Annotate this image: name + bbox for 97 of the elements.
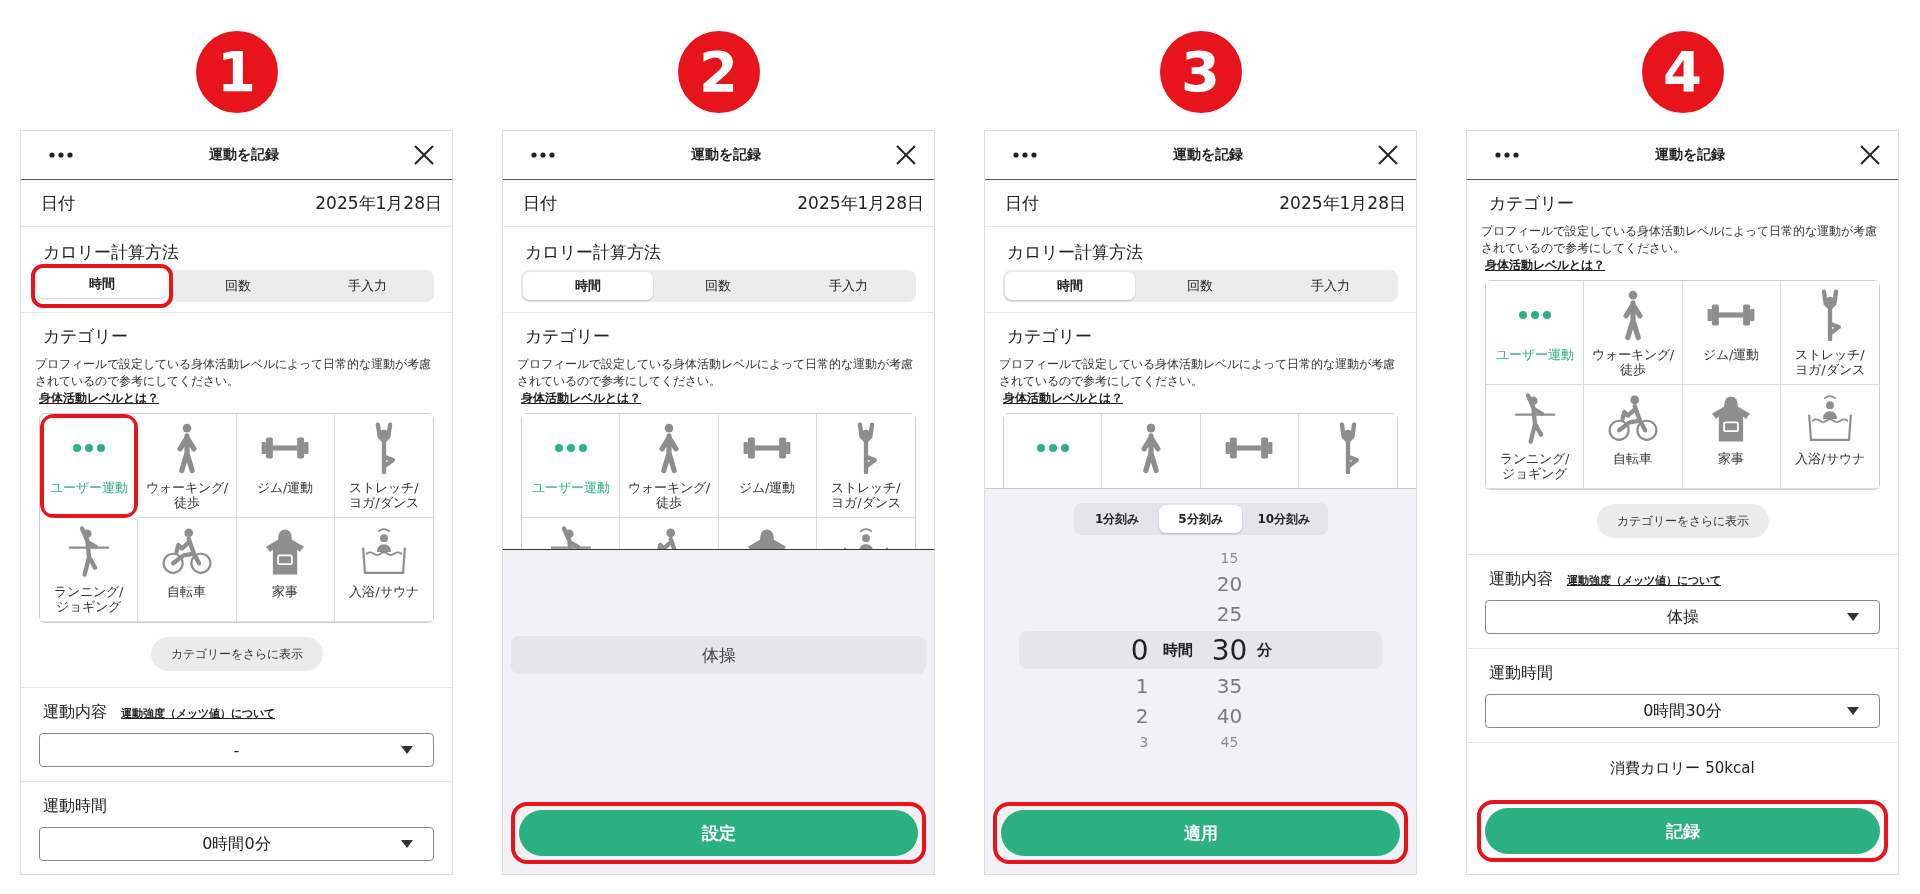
- more-icon: [531, 152, 555, 158]
- more-dots-icon: [72, 443, 107, 453]
- category-tile[interactable]: ストレッチ/ ヨガ/ダンス: [334, 414, 433, 518]
- tab[interactable]: 時間: [1005, 272, 1136, 300]
- close-icon: [1860, 145, 1880, 165]
- category-tile[interactable]: [1004, 414, 1103, 488]
- window-title: 運動を記録: [1654, 146, 1725, 164]
- section-heading: カロリー計算方法: [1006, 241, 1144, 264]
- picker-unit-label: 分: [1255, 640, 1273, 660]
- tab[interactable]: 手入力: [1265, 272, 1396, 300]
- field-label: 日付: [523, 191, 557, 215]
- section-heading: カテゴリー: [1488, 192, 1575, 215]
- picker-value[interactable]: 40: [1206, 704, 1253, 728]
- field-label: 運動内容: [1489, 569, 1553, 590]
- category-tile[interactable]: 家事: [1682, 385, 1781, 489]
- window-title: 運動を記録: [208, 146, 279, 164]
- dropdown[interactable]: 0時間30分: [1485, 694, 1880, 728]
- section-heading: カロリー計算方法: [42, 241, 180, 264]
- picker-value[interactable]: 35: [1206, 674, 1253, 698]
- category-tile[interactable]: 自転車: [1584, 385, 1683, 489]
- window-title: 運動を記録: [1172, 146, 1243, 164]
- field-label: 運動時間: [43, 796, 107, 817]
- picker-value[interactable]: 20: [1206, 572, 1253, 596]
- picker-option[interactable]: 体操: [511, 636, 926, 674]
- show-more-button[interactable]: カテゴリーをさらに表示: [1596, 504, 1769, 538]
- category-tile[interactable]: ウォーキング/ 徒歩: [138, 414, 237, 518]
- field-label: 日付: [41, 191, 75, 215]
- category-tile[interactable]: ストレッチ/ ヨガ/ダンス: [1780, 281, 1879, 385]
- picker-value[interactable]: 30: [1206, 633, 1253, 667]
- date-value: 2025年1月28日: [797, 191, 924, 215]
- calorie-text: 消費カロリー 50kcal: [1609, 759, 1756, 778]
- description-text: プロフィールで設定している身体活動レベルによって日常的な運動が考慮されているので参考にしてください。: [1480, 223, 1878, 257]
- category-tile[interactable]: ウォーキング/ 徒歩: [1584, 281, 1683, 385]
- field-label: 運動時間: [1489, 663, 1553, 684]
- category-tile[interactable]: 家事: [236, 518, 335, 622]
- section-heading: カテゴリー: [42, 325, 129, 348]
- dropdown[interactable]: 0時間0分: [39, 827, 434, 861]
- close-icon: [414, 145, 434, 165]
- help-link[interactable]: 運動強度（メッツ値）について: [107, 706, 275, 721]
- tab[interactable]: 時間: [523, 272, 654, 300]
- tab[interactable]: 時間: [37, 270, 167, 298]
- date-value: 2025年1月28日: [1279, 191, 1406, 215]
- more-icon: [1013, 152, 1037, 158]
- step-number-badge: 1: [195, 31, 278, 113]
- caret-icon: [1847, 707, 1859, 715]
- caret-icon: [1847, 613, 1859, 621]
- tab[interactable]: 回数: [172, 272, 303, 300]
- picker-value[interactable]: 25: [1206, 602, 1253, 626]
- help-link[interactable]: 身体活動レベルとは？: [985, 390, 1416, 413]
- category-tile[interactable]: ジム/運動: [236, 414, 335, 518]
- tab[interactable]: 手入力: [302, 272, 432, 300]
- help-link[interactable]: 身体活動レベルとは？: [503, 390, 934, 413]
- help-link[interactable]: 運動強度（メッツ値）について: [1553, 573, 1721, 588]
- category-tile[interactable]: ストレッチ/ ヨガ/ダンス: [816, 414, 915, 518]
- description-text: プロフィールで設定している身体活動レベルによって日常的な運動が考慮されているので参考にしてください。: [34, 356, 432, 390]
- category-tile[interactable]: ランニング/ ジョギング: [40, 518, 139, 622]
- more-icon: [1495, 152, 1519, 158]
- tab[interactable]: 1分刻み: [1075, 505, 1159, 533]
- date-value: 2025年1月28日: [315, 191, 442, 215]
- close-icon: [1378, 145, 1398, 165]
- picker-value[interactable]: 1: [1112, 674, 1149, 698]
- tab[interactable]: 10分刻み: [1242, 505, 1326, 533]
- help-link[interactable]: 身体活動レベルとは？: [21, 390, 452, 413]
- field-label: 運動内容: [43, 702, 107, 723]
- picker-value[interactable]: 0: [1112, 633, 1149, 667]
- description-text: プロフィールで設定している身体活動レベルによって日常的な運動が考慮されているので参考にしてください。: [516, 356, 914, 390]
- close-icon: [896, 145, 916, 165]
- section-heading: カロリー計算方法: [524, 241, 662, 264]
- caret-icon: [401, 840, 413, 848]
- tab[interactable]: 手入力: [783, 272, 914, 300]
- dropdown[interactable]: -: [39, 733, 434, 767]
- more-dots-icon: [553, 443, 588, 453]
- picker-value[interactable]: 2: [1112, 704, 1149, 728]
- field-label: 日付: [1005, 191, 1039, 215]
- category-tile[interactable]: 自転車: [138, 518, 237, 622]
- description-text: プロフィールで設定している身体活動レベルによって日常的な運動が考慮されているので参考にしてください。: [998, 356, 1396, 390]
- help-link[interactable]: 身体活動レベルとは？: [1467, 257, 1898, 280]
- window-title: 運動を記録: [690, 146, 761, 164]
- more-dots-icon: [1035, 443, 1070, 453]
- category-tile[interactable]: ウォーキング/ 徒歩: [620, 414, 719, 518]
- show-more-button[interactable]: カテゴリーをさらに表示: [150, 637, 323, 671]
- caret-icon: [401, 746, 413, 754]
- tab[interactable]: 5分刻み: [1158, 505, 1243, 533]
- dropdown[interactable]: 体操: [1485, 600, 1880, 634]
- category-tile[interactable]: ランニング/ ジョギング: [1486, 385, 1585, 489]
- tab[interactable]: 回数: [1135, 272, 1266, 300]
- more-dots-icon: [1517, 310, 1552, 320]
- category-tile[interactable]: ジム/運動: [1682, 281, 1781, 385]
- section-heading: カテゴリー: [1006, 325, 1093, 348]
- step-number-badge: 4: [1641, 31, 1724, 113]
- step-number-badge: 3: [1159, 31, 1242, 113]
- tab[interactable]: 回数: [653, 272, 784, 300]
- picker-unit-label: 時間: [1161, 640, 1194, 660]
- more-icon: [49, 152, 73, 158]
- section-heading: カテゴリー: [524, 325, 611, 348]
- category-tile[interactable]: ジム/運動: [718, 414, 817, 518]
- step-number-badge: 2: [677, 31, 760, 113]
